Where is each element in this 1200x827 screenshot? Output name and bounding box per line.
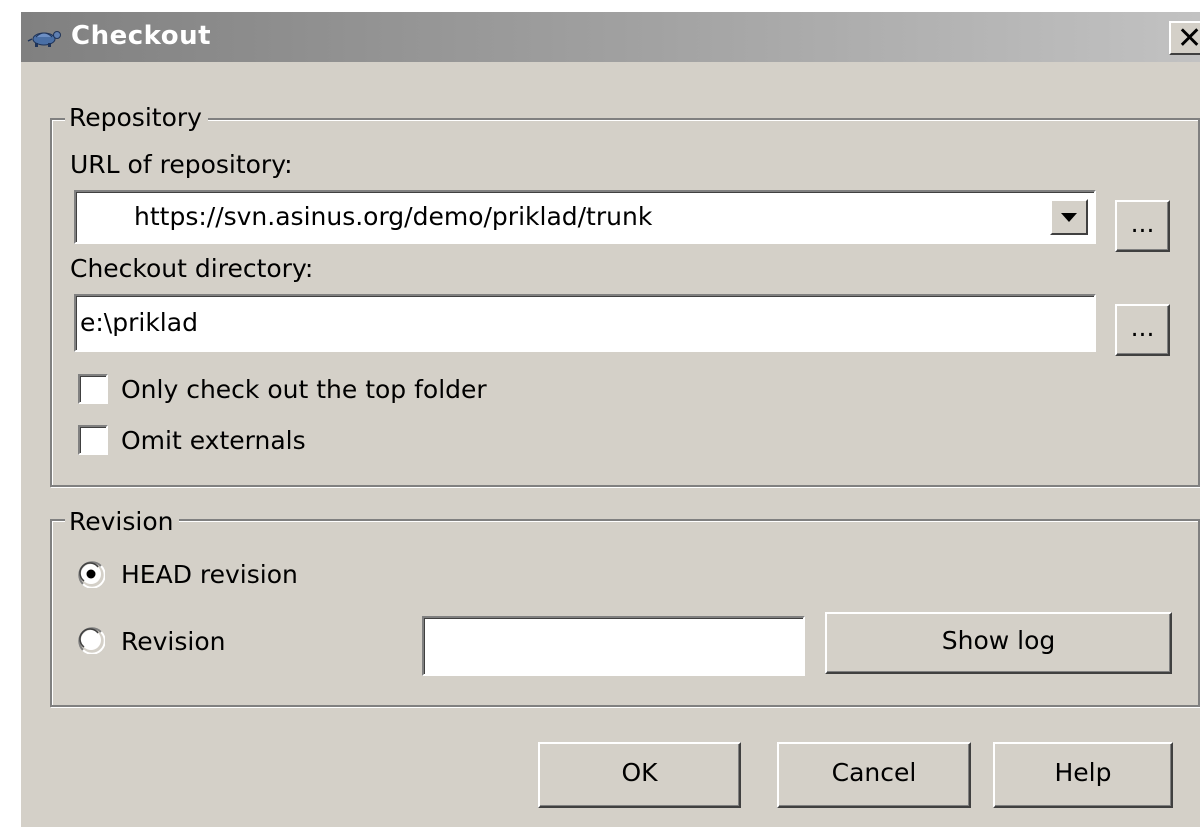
repository-group-label: Repository [65, 103, 208, 133]
url-combobox[interactable]: https://svn.asinus.org/demo/priklad/trun… [74, 190, 1096, 244]
revision-label[interactable]: Revision [121, 627, 225, 657]
checkout-dialog: Checkout ✕ Repository URL of repository:… [19, 10, 1200, 827]
directory-label: Checkout directory: [70, 254, 314, 283]
only-top-folder-checkbox[interactable] [78, 374, 108, 404]
ok-label: OK [621, 758, 658, 787]
only-top-folder-label[interactable]: Only check out the top folder [121, 375, 487, 405]
show-log-button[interactable]: Show log [825, 612, 1172, 674]
directory-browse-button[interactable]: ... [1115, 304, 1170, 356]
url-browse-button[interactable]: ... [1115, 200, 1170, 252]
close-button[interactable]: ✕ [1169, 21, 1200, 56]
url-dropdown-button[interactable] [1050, 199, 1088, 235]
omit-externals-label[interactable]: Omit externals [121, 426, 306, 456]
head-revision-label[interactable]: HEAD revision [121, 560, 298, 590]
title-bar[interactable]: Checkout ✕ [21, 12, 1200, 62]
close-icon: ✕ [1177, 21, 1200, 56]
tortoise-icon [27, 31, 61, 47]
help-button[interactable]: Help [993, 742, 1173, 808]
cancel-label: Cancel [831, 758, 917, 787]
cancel-button[interactable]: Cancel [777, 742, 971, 808]
revision-radio[interactable] [77, 626, 105, 654]
url-label: URL of repository: [70, 150, 293, 179]
directory-value: e:\priklad [80, 308, 198, 337]
url-value: https://svn.asinus.org/demo/priklad/trun… [134, 202, 653, 231]
ok-button[interactable]: OK [538, 742, 741, 808]
omit-externals-checkbox[interactable] [78, 425, 108, 455]
dropdown-arrow-icon [1061, 213, 1077, 222]
window-title: Checkout [71, 21, 212, 51]
directory-input[interactable]: e:\priklad [74, 294, 1096, 352]
directory-browse-label: ... [1130, 313, 1155, 342]
url-browse-label: ... [1130, 209, 1155, 238]
show-log-label: Show log [941, 626, 1056, 655]
head-revision-radio[interactable] [77, 560, 105, 588]
revision-group-label: Revision [65, 507, 180, 537]
help-label: Help [1054, 758, 1112, 787]
revision-input[interactable] [422, 616, 805, 676]
